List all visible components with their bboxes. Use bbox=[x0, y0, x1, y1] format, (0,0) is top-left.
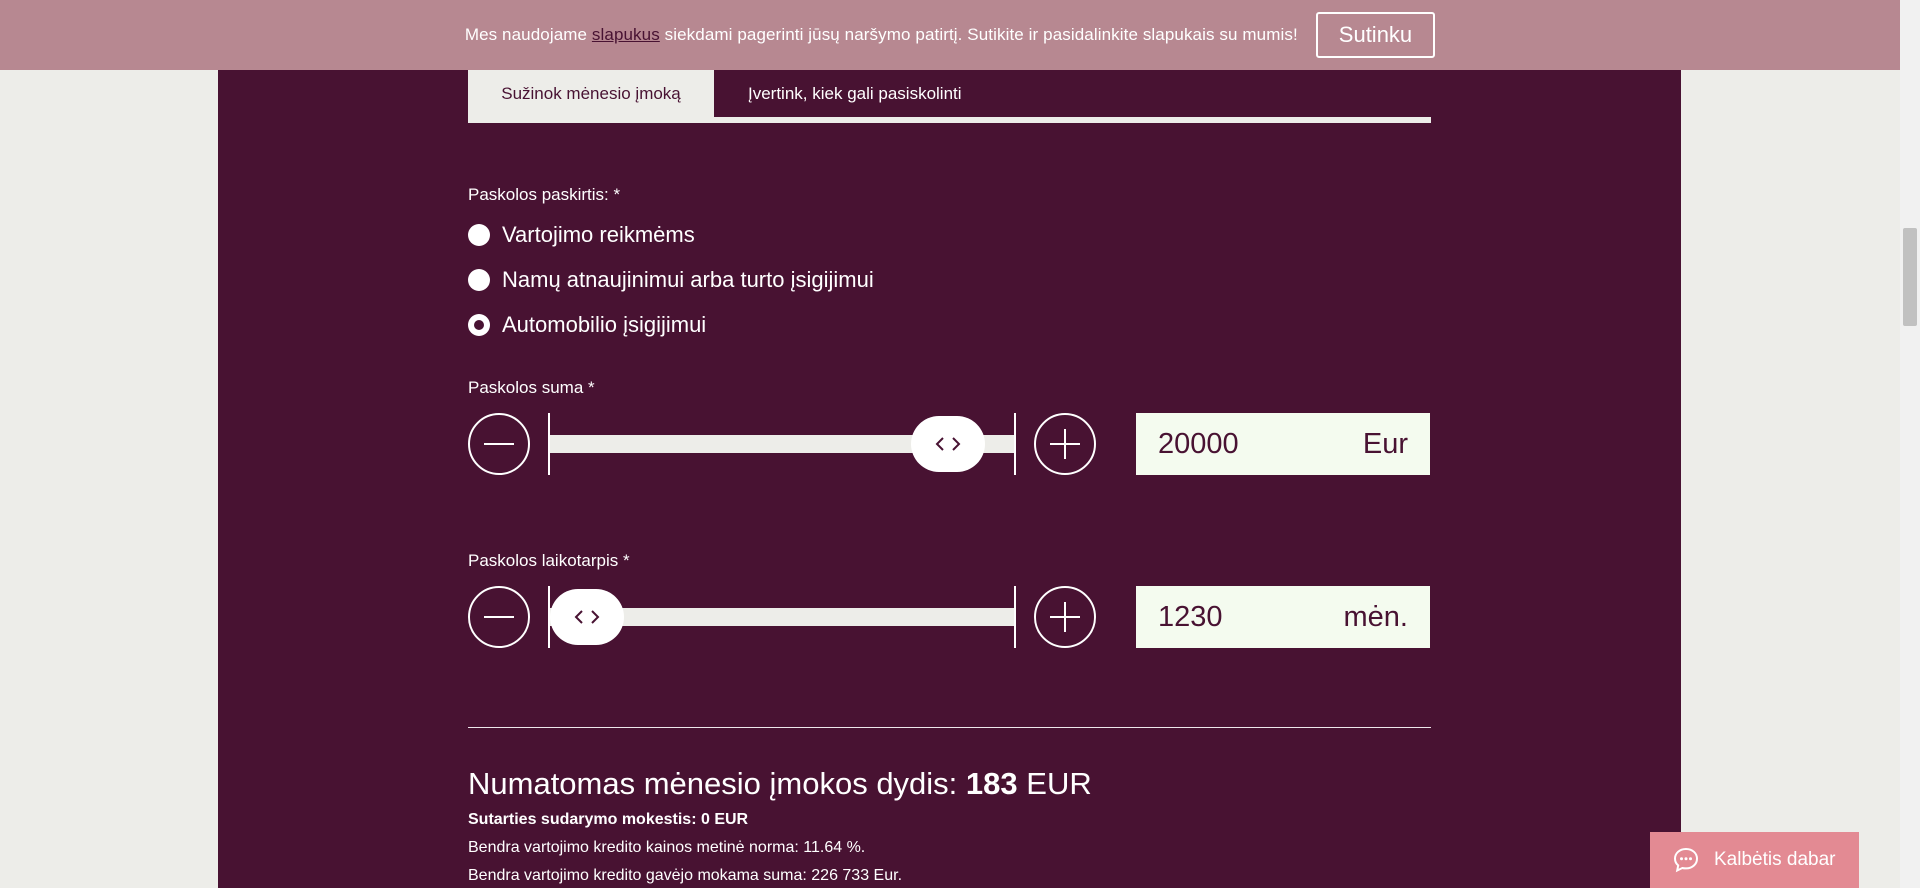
amount-decrease-button[interactable] bbox=[468, 413, 530, 475]
slider-handle[interactable] bbox=[910, 416, 985, 472]
amount-slider[interactable] bbox=[548, 413, 1016, 475]
purpose-label: Paskolos paskirtis: * bbox=[468, 185, 621, 204]
chevron-left-icon bbox=[935, 437, 944, 451]
divider bbox=[468, 727, 1431, 728]
plus-icon bbox=[1050, 602, 1080, 632]
radio-consumer[interactable] bbox=[468, 224, 490, 246]
chevron-right-icon bbox=[951, 437, 961, 451]
term-decrease-button[interactable] bbox=[468, 586, 530, 648]
amount-increase-button[interactable] bbox=[1034, 413, 1096, 475]
cookie-banner: Mes naudojame slapukus siekdami pagerint… bbox=[0, 0, 1900, 70]
radio-home[interactable] bbox=[468, 269, 490, 291]
amount-field[interactable]: Eur bbox=[1136, 413, 1430, 475]
tab-borrow-amount[interactable]: Įvertink, kiek gali pasiskolinti bbox=[748, 70, 962, 117]
term-increase-button[interactable] bbox=[1034, 586, 1096, 648]
tab-monthly-payment[interactable]: Sužinok mėnesio įmoką bbox=[468, 70, 714, 117]
scrollbar-track[interactable] bbox=[1900, 0, 1920, 888]
purpose-option-consumer[interactable]: Vartojimo reikmėms bbox=[468, 222, 695, 248]
chat-bubble-icon bbox=[1673, 847, 1699, 873]
amount-unit: Eur bbox=[1362, 427, 1408, 460]
purpose-option-home[interactable]: Namų atnaujinimui arba turto įsigijimui bbox=[468, 267, 874, 293]
result-title-prefix: Numatomas mėnesio įmokos dydis: bbox=[468, 766, 966, 801]
calculator-tabs: Sužinok mėnesio įmoką Įvertink, kiek gal… bbox=[468, 70, 1431, 123]
scrollbar-thumb[interactable] bbox=[1903, 228, 1917, 326]
term-input[interactable] bbox=[1158, 600, 1308, 634]
term-slider[interactable] bbox=[548, 586, 1016, 648]
contract-fee-line: Sutarties sudarymo mokestis: 0 EUR bbox=[468, 811, 749, 828]
minus-icon bbox=[484, 616, 514, 618]
result-title-suffix: EUR bbox=[1017, 766, 1092, 801]
purpose-option-car[interactable]: Automobilio įsigijimui bbox=[468, 312, 706, 338]
chat-label: Kalbėtis dabar bbox=[1714, 849, 1836, 870]
amount-input[interactable] bbox=[1158, 427, 1308, 461]
term-field[interactable]: mėn. bbox=[1136, 586, 1430, 648]
amount-label: Paskolos suma * bbox=[468, 378, 595, 397]
cookie-accept-button[interactable]: Sutinku bbox=[1315, 12, 1436, 58]
radio-car[interactable] bbox=[468, 314, 490, 336]
cookie-policy-link[interactable]: slapukus bbox=[592, 25, 660, 44]
tab-underline bbox=[468, 117, 1431, 123]
chevron-left-icon bbox=[574, 610, 583, 624]
purpose-option-label: Vartojimo reikmėms bbox=[502, 222, 695, 247]
slider-max-edge bbox=[1014, 413, 1016, 475]
slider-handle[interactable] bbox=[550, 589, 624, 645]
cookie-text-after: siekdami pagerinti jūsų naršymo patirtį.… bbox=[659, 25, 1298, 44]
chevron-right-icon bbox=[591, 610, 600, 624]
slider-max-edge bbox=[1014, 586, 1016, 648]
plus-icon bbox=[1050, 429, 1080, 459]
monthly-payment-value: 183 bbox=[965, 766, 1018, 801]
minus-icon bbox=[484, 443, 514, 445]
chat-now-button[interactable]: Kalbėtis dabar bbox=[1650, 832, 1859, 888]
term-label: Paskolos laikotarpis * bbox=[468, 551, 630, 570]
purpose-option-label: Automobilio įsigijimui bbox=[502, 312, 707, 337]
purpose-option-label: Namų atnaujinimui arba turto įsigijimui bbox=[502, 267, 874, 292]
term-unit: mėn. bbox=[1343, 600, 1408, 633]
monthly-payment-result: Numatomas mėnesio įmokos dydis: 183 EUR bbox=[468, 766, 1092, 802]
cookie-text: Mes naudojame slapukus siekdami pagerint… bbox=[465, 25, 1298, 45]
cookie-text-before: Mes naudojame bbox=[464, 25, 592, 44]
apr-line: Bendra vartojimo kredito kainos metinė n… bbox=[468, 839, 866, 856]
total-amount-line: Bendra vartojimo kredito gavėjo mokama s… bbox=[468, 867, 903, 884]
